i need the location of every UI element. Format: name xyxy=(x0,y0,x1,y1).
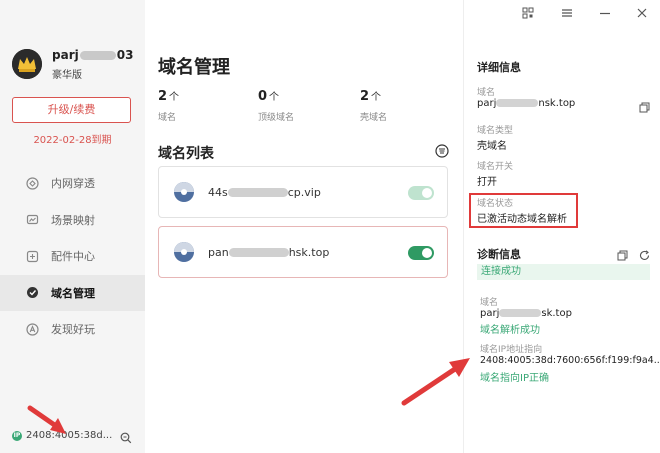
sidebar-item-tunnel[interactable]: 内网穿透 xyxy=(0,165,145,202)
domain-toggle[interactable] xyxy=(408,186,434,200)
qr-code-icon[interactable] xyxy=(521,6,535,20)
domain-label: 域名 xyxy=(477,88,496,98)
sidebar-item-accessory[interactable]: 配件中心 xyxy=(0,238,145,275)
stat-number: 2 xyxy=(360,89,370,104)
detail-section-title: 详细信息 xyxy=(477,61,521,74)
domain-name: 44s cp.vip xyxy=(208,185,321,199)
diag-domain-value: parj sk.top xyxy=(480,308,572,319)
menu-icon[interactable] xyxy=(560,6,574,20)
sidebar-item-label: 配件中心 xyxy=(51,250,95,264)
sidebar-item-scene[interactable]: 场景映射 xyxy=(0,202,145,239)
domain-icon xyxy=(25,286,39,300)
sidebar-nav: 内网穿透 场景映射 配件中心 域名管理 发现好玩 xyxy=(0,165,145,348)
sidebar-item-discover[interactable]: 发现好玩 xyxy=(0,311,145,348)
window-titlebar xyxy=(464,0,660,28)
sidebar-item-label: 场景映射 xyxy=(51,213,95,227)
sidebar-item-label: 发现好玩 xyxy=(51,323,95,337)
ip-badge: IP xyxy=(12,430,22,441)
expire-date: 2022-02-28到期 xyxy=(33,135,112,146)
redacted-blur xyxy=(79,51,116,60)
stat-domains: 2个 域名 xyxy=(158,85,179,123)
copy-icon[interactable] xyxy=(617,246,628,265)
domain-value: parj nsk.top xyxy=(477,98,576,109)
page-title: 域名管理 xyxy=(158,57,230,78)
main-panel: 域名管理 2个 域名 0个 顶级域名 2个 壳域名 域名列表 44s cp.vip… xyxy=(145,0,463,453)
sidebar-item-label: 内网穿透 xyxy=(51,177,95,191)
redacted-blur xyxy=(499,309,542,317)
stat-label: 域名 xyxy=(158,113,177,123)
status-highlight-box xyxy=(469,193,578,228)
discover-icon xyxy=(25,322,39,336)
avatar[interactable] xyxy=(12,49,42,79)
sidebar-item-domain[interactable]: 域名管理 xyxy=(0,274,145,311)
stat-unit: 个 xyxy=(371,92,382,103)
stat-unit: 个 xyxy=(269,92,280,103)
copy-icon[interactable] xyxy=(639,98,650,117)
stat-label: 顶级域名 xyxy=(258,113,295,123)
ip-footer: IP 2408:4005:38d... xyxy=(12,430,112,441)
filter-menu-icon[interactable] xyxy=(435,143,449,162)
stat-top-domains: 0个 顶级域名 xyxy=(258,85,294,123)
ip-correct: 域名指向IP正确 xyxy=(480,373,549,384)
domain-name: pan hsk.top xyxy=(208,245,330,259)
switch-value: 打开 xyxy=(477,177,497,188)
redacted-blur xyxy=(227,188,288,197)
domain-toggle[interactable] xyxy=(408,246,434,260)
stat-shell-domains: 2个 壳域名 xyxy=(360,85,387,123)
accessory-icon xyxy=(25,249,39,263)
minimize-icon[interactable] xyxy=(598,6,612,20)
diagnostics-title: 诊断信息 xyxy=(477,248,521,261)
sidebar-item-label: 域名管理 xyxy=(51,286,95,300)
stat-unit: 个 xyxy=(169,92,180,103)
diag-domain-label: 域名 xyxy=(480,298,499,308)
connection-status: 连接成功 xyxy=(477,264,650,280)
disc-icon xyxy=(174,182,194,202)
domain-card[interactable]: 44s cp.vip xyxy=(158,166,448,218)
ip-footer-text: 2408:4005:38d... xyxy=(26,430,113,441)
disc-icon xyxy=(174,242,194,262)
domain-card-selected[interactable]: pan hsk.top xyxy=(158,226,448,278)
ip-pointing-label: 域名IP地址指向 xyxy=(480,345,543,355)
stat-number: 2 xyxy=(158,89,168,104)
close-icon[interactable] xyxy=(635,6,649,20)
redacted-blur xyxy=(496,99,539,107)
app-window: parj03 豪华版 升级/续费 2022-02-28到期 内网穿透 场景映射 xyxy=(0,0,660,453)
detail-panel: 详细信息 域名 parj nsk.top 域名类型 壳域名 域名开关 打开 域名状… xyxy=(463,0,660,453)
resolve-success: 域名解析成功 xyxy=(480,325,540,336)
scene-icon xyxy=(25,213,39,227)
stat-label: 壳域名 xyxy=(360,113,388,123)
search-zoom-icon[interactable] xyxy=(120,429,132,448)
upgrade-button[interactable]: 升级/续费 xyxy=(12,97,131,123)
switch-label: 域名开关 xyxy=(477,162,514,172)
sidebar: parj03 豪华版 升级/续费 2022-02-28到期 内网穿透 场景映射 xyxy=(0,0,145,453)
edition-label: 豪华版 xyxy=(52,70,82,81)
type-value: 壳域名 xyxy=(477,141,507,152)
ip-pointing-value: 2408:4005:38d:7600:656f:f199:f9a4... xyxy=(480,355,660,366)
redacted-blur xyxy=(228,248,289,257)
tunnel-icon xyxy=(25,176,39,190)
type-label: 域名类型 xyxy=(477,126,514,136)
domain-list-title: 域名列表 xyxy=(158,146,214,162)
username: parj 03 xyxy=(52,48,134,62)
refresh-icon[interactable] xyxy=(639,246,650,265)
stat-number: 0 xyxy=(258,89,268,104)
crown-avatar-icon xyxy=(12,49,42,79)
